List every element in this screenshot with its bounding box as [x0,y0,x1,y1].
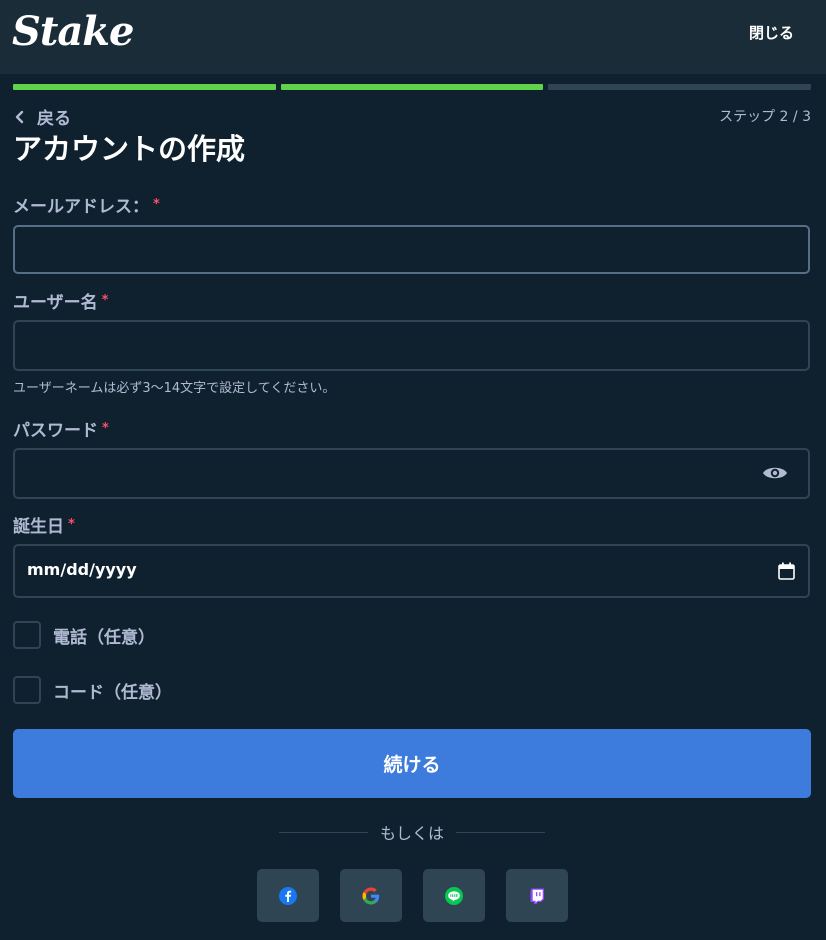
phone-optional-row[interactable]: 電話（任意） [13,621,155,649]
divider-line [279,831,368,833]
page-title: アカウントの作成 [13,132,246,166]
twitch-icon [530,888,544,904]
google-login-button[interactable] [340,869,402,922]
line-icon [445,886,463,905]
required-mark: * [102,421,109,436]
dob-label: 誕生日 * [13,517,75,537]
back-label: 戻る [37,109,71,129]
email-label: メールアドレス： * [13,197,160,217]
phone-checkbox-label: 電話（任意） [53,627,155,648]
line-login-button[interactable] [423,869,485,922]
password-input[interactable] [15,450,808,497]
back-button[interactable]: 戻る [13,104,71,129]
close-button[interactable]: 閉じる [749,22,794,44]
step-progress-bar [13,84,812,90]
twitch-login-button[interactable] [506,869,568,922]
password-field[interactable] [13,448,810,499]
code-checkbox[interactable] [13,676,41,704]
code-optional-row[interactable]: コード（任意） [13,676,172,704]
step-indicator: ステップ 2 / 3 [719,109,811,125]
calendar-icon[interactable] [778,562,795,580]
divider-line [456,831,546,833]
code-checkbox-label: コード（任意） [53,682,172,703]
facebook-icon [279,886,297,905]
username-field[interactable] [13,320,810,371]
progress-segment-1 [13,84,276,90]
or-label: もしくは [380,824,445,843]
continue-button[interactable]: 続ける [13,729,811,798]
email-field[interactable] [13,225,810,274]
username-input[interactable] [15,322,808,369]
phone-checkbox[interactable] [13,621,41,649]
stake-logo[interactable]: Stake [12,8,134,56]
password-label: パスワード * [13,421,109,441]
top-bar: Stake 閉じる [0,0,826,74]
dob-placeholder: mm/dd/yyyy [27,560,137,579]
email-input[interactable] [15,227,808,272]
username-hint: ユーザーネームは必ず3〜14文字で設定してください。 [13,381,336,396]
or-divider: もしくは [279,818,546,846]
required-mark: * [68,517,75,532]
facebook-login-button[interactable] [257,869,319,922]
eye-icon[interactable] [762,464,788,482]
username-label: ユーザー名 * [13,293,109,313]
progress-segment-2 [280,84,544,90]
chevron-left-icon [15,110,24,123]
dob-field[interactable]: mm/dd/yyyy [13,544,810,598]
required-mark: * [101,293,109,308]
required-mark: * [153,197,160,212]
google-icon [362,887,380,904]
progress-segment-3 [548,84,812,90]
